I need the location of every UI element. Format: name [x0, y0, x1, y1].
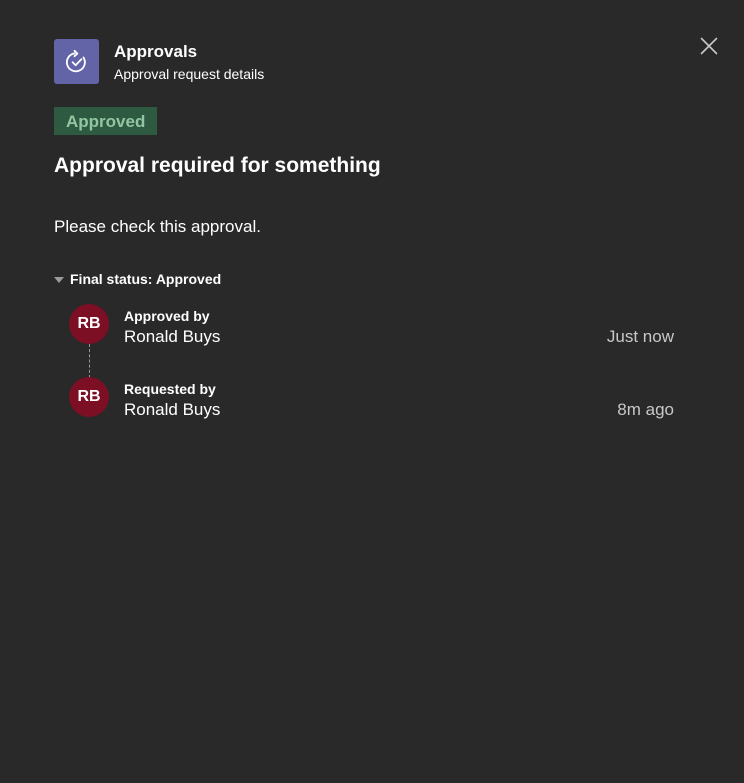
- approvals-check-icon: [65, 49, 86, 72]
- approval-entry-approved: RB Approved by Ronald Buys Just now: [0, 304, 744, 348]
- close-button[interactable]: [697, 34, 721, 58]
- avatar: RB: [69, 304, 109, 344]
- avatar: RB: [69, 377, 109, 417]
- app-subtitle: Approval request details: [114, 66, 265, 82]
- app-title: Approvals: [114, 42, 198, 61]
- approval-entry-requested: RB Requested by Ronald Buys 8m ago: [0, 377, 744, 421]
- request-description: Please check this approval.: [54, 217, 261, 236]
- approvals-app-icon: [54, 39, 99, 84]
- final-status-toggle[interactable]: Final status: Approved: [54, 270, 221, 288]
- caret-down-icon: [54, 276, 64, 283]
- entry-role: Approved by: [124, 308, 210, 324]
- entry-time: 8m ago: [617, 400, 674, 419]
- final-status-label: Final status: Approved: [70, 271, 222, 287]
- status-badge: Approved: [54, 107, 158, 135]
- entry-role: Requested by: [124, 381, 216, 397]
- approval-details-dialog: Approvals Approval request details Appro…: [0, 0, 744, 783]
- close-icon: [700, 37, 718, 55]
- entry-name: Ronald Buys: [124, 327, 221, 346]
- entry-time: Just now: [606, 327, 674, 346]
- timeline-connector: [89, 344, 90, 378]
- request-title: Approval required for something: [54, 154, 381, 177]
- entry-name: Ronald Buys: [124, 400, 221, 419]
